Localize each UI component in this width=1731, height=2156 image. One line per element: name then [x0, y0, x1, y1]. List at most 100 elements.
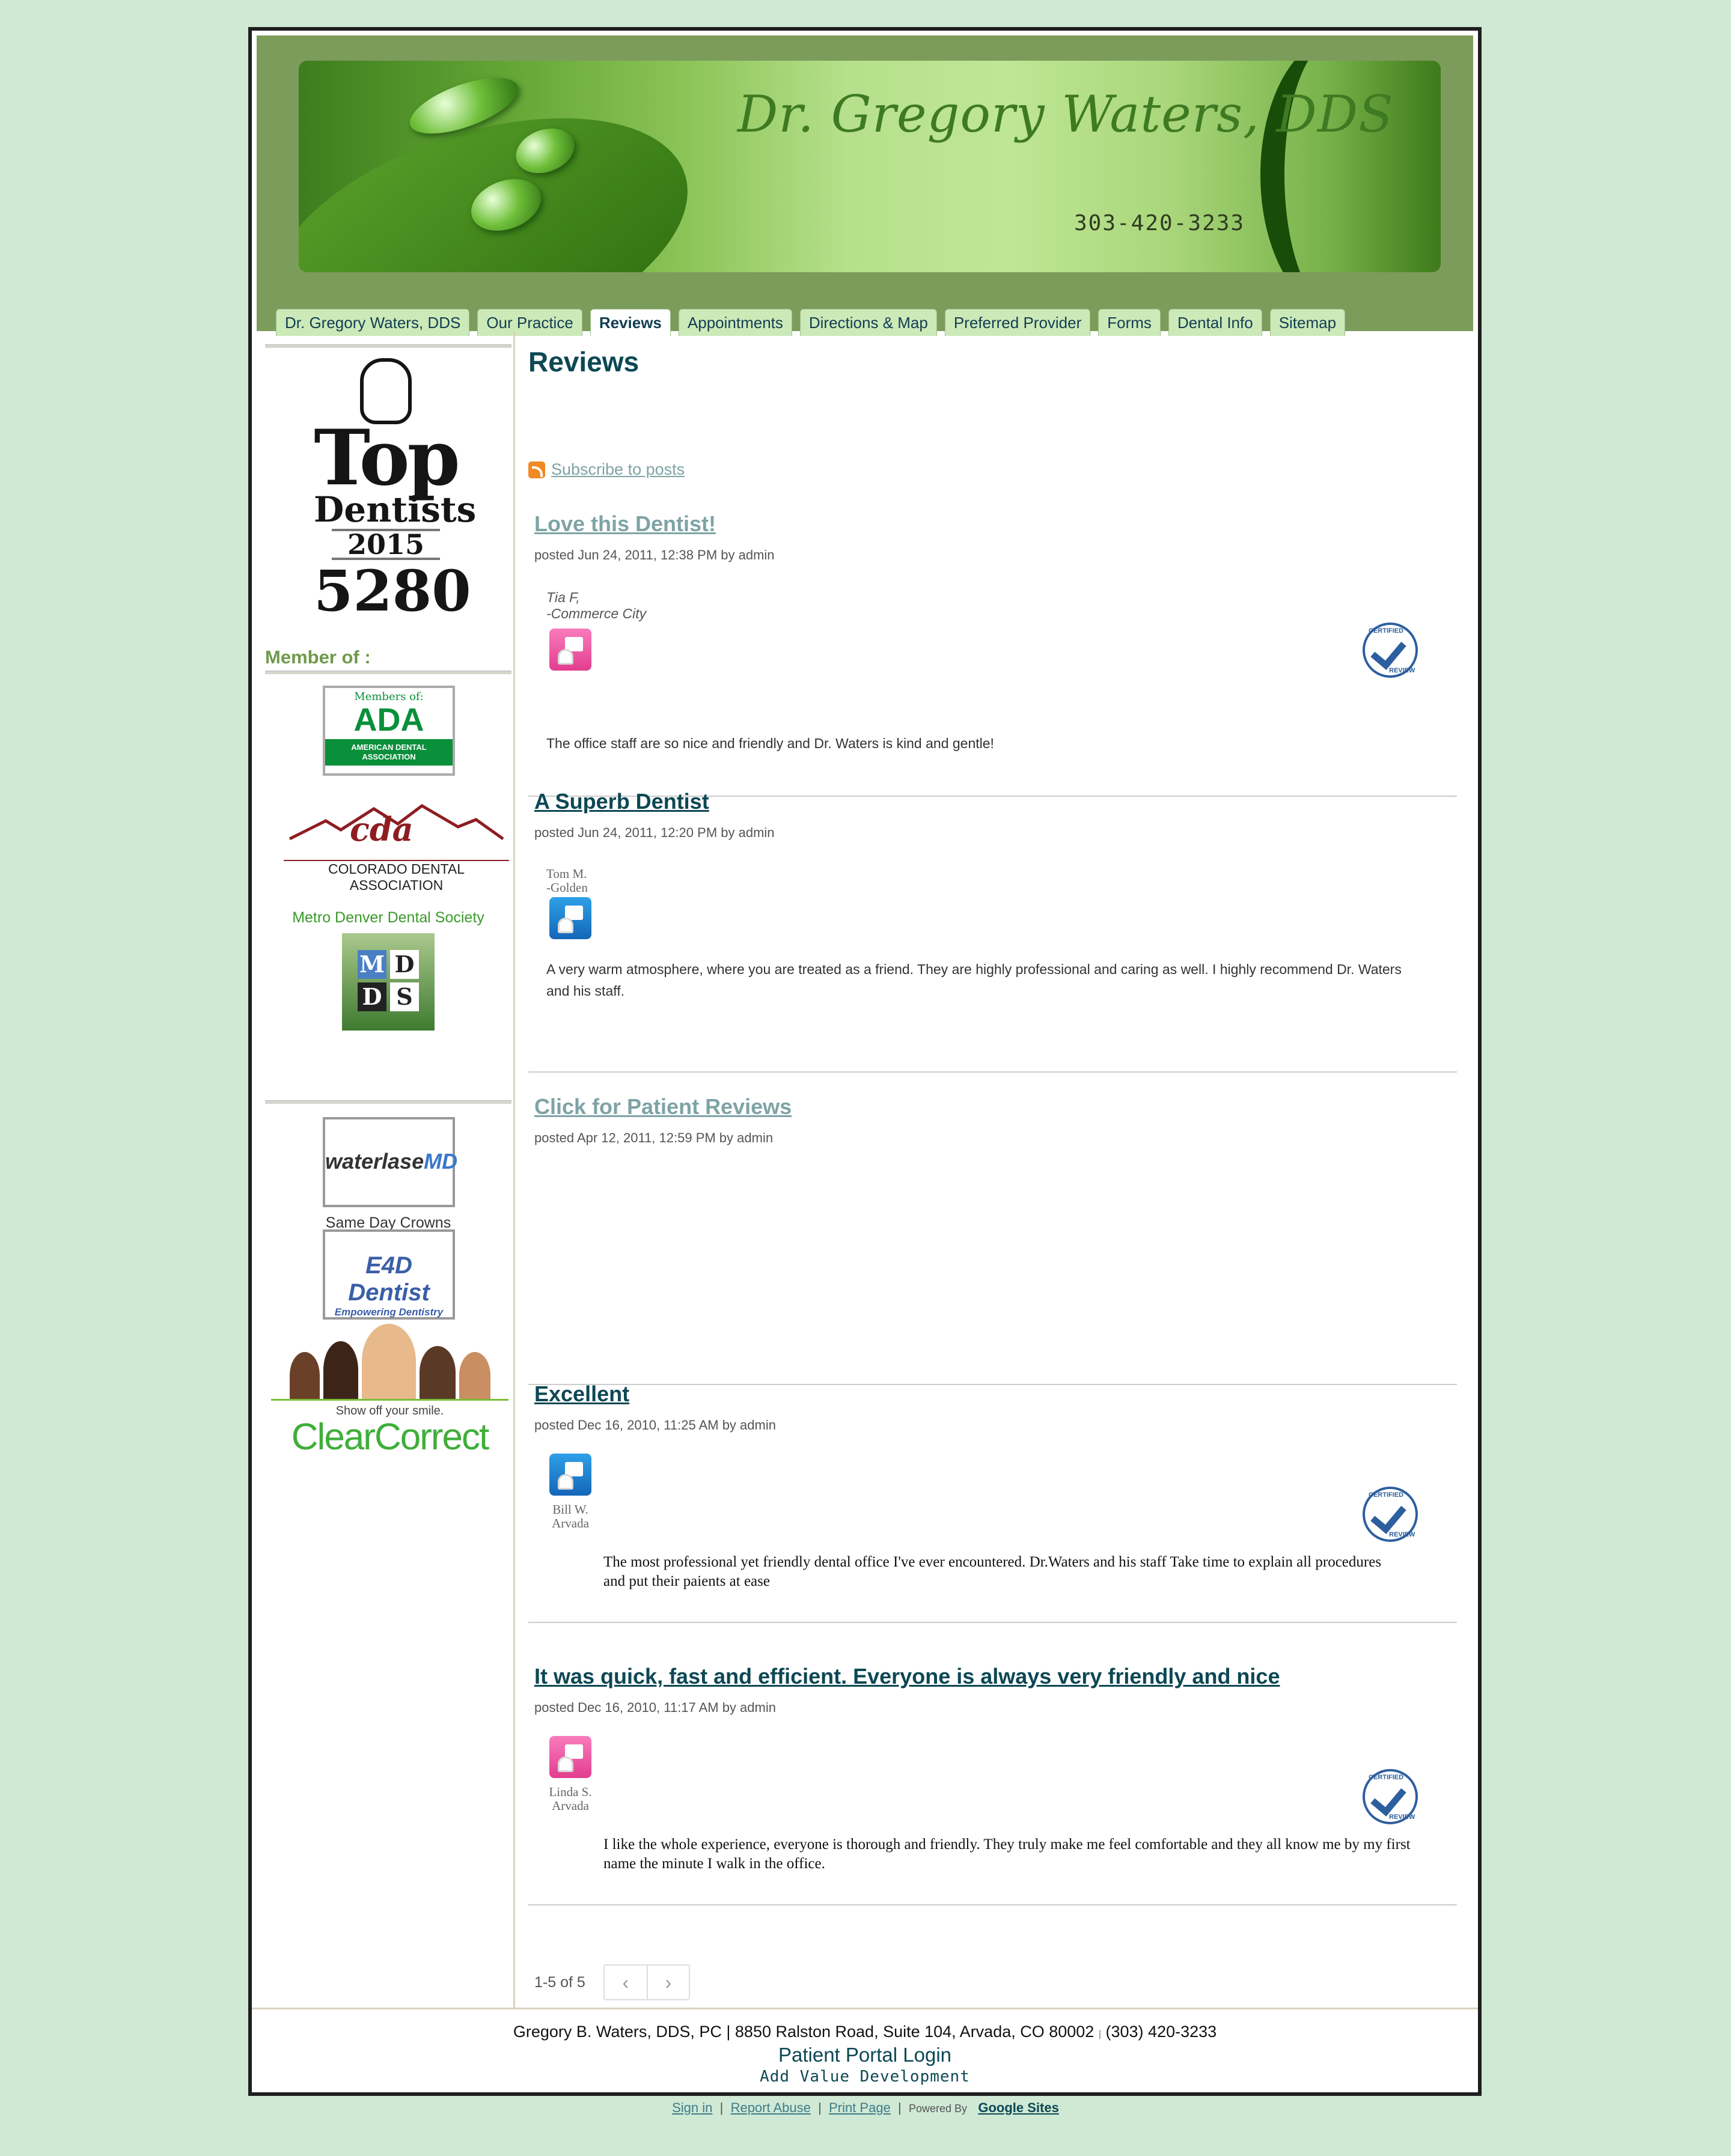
pagination-count: 1-5 of 5 — [534, 1973, 585, 1991]
ada-logo[interactable]: Members of: ADA AMERICAN DENTAL ASSOCIAT… — [323, 686, 455, 776]
clearcorrect-logo[interactable]: Show off your smile. ClearCorrect — [271, 1324, 508, 1470]
mdds-label: Metro Denver Dental Society — [292, 909, 484, 926]
cert-text: REVIEW — [1389, 1531, 1415, 1538]
review-body: The office staff are so nice and friendl… — [546, 735, 994, 751]
cert-text: REVIEW — [1389, 1813, 1415, 1821]
post-meta: posted Jun 24, 2011, 12:38 PM by admin — [534, 547, 775, 562]
mdds-letter: D — [390, 950, 419, 979]
tab-reviews[interactable]: Reviews — [590, 309, 671, 336]
cda-name: COLORADO DENTAL ASSOCIATION — [284, 860, 509, 894]
review-body: The most professional yet friendly denta… — [603, 1554, 1382, 1589]
smiling-faces-image — [271, 1324, 508, 1401]
reviewer-name: Linda S. — [549, 1785, 592, 1799]
sidebar: Top Dentists 2015 5280 Member of : Membe… — [257, 331, 515, 2008]
sidebar-divider — [265, 344, 511, 348]
top-dentists-badge[interactable]: Top Dentists 2015 5280 — [314, 358, 477, 621]
ada-name: AMERICAN DENTAL ASSOCIATION — [325, 739, 453, 766]
waterlase-word: waterlase — [325, 1149, 424, 1174]
page-title: Reviews — [528, 346, 640, 377]
certified-review-icon: CERTIFIED REVIEW — [1363, 1769, 1418, 1824]
waterlase-logo[interactable]: waterlaseMD — [323, 1117, 458, 1207]
cert-text: CERTIFIED — [1369, 627, 1404, 635]
tab-appointments[interactable]: Appointments — [678, 309, 792, 336]
reviewer-place: -Golden — [546, 880, 588, 895]
reviewer-place: Arvada — [552, 1516, 589, 1530]
reviewer-avatar-icon — [549, 1454, 591, 1496]
previous-page-button[interactable]: ‹ — [605, 1966, 647, 1999]
cda-logo[interactable]: cda COLORADO DENTAL ASSOCIATION — [284, 797, 509, 893]
sign-in-link[interactable]: Sign in — [672, 2100, 712, 2115]
top-dentists-line4: 5280 — [314, 558, 471, 624]
post-separator — [528, 1622, 1457, 1623]
google-sites-bar: Sign in | Report Abuse | Print Page | Po… — [672, 2100, 1059, 2115]
tab-directions-map[interactable]: Directions & Map — [799, 309, 937, 336]
waterlase-suffix: MD — [424, 1149, 458, 1174]
certified-review-icon: CERTIFIED REVIEW — [1363, 623, 1418, 678]
reviewer-name: Bill W. — [552, 1502, 588, 1517]
powered-by-label: Powered By — [908, 2103, 968, 2115]
subscribe-link[interactable]: Subscribe to posts — [528, 460, 685, 479]
post-meta: posted Jun 24, 2011, 12:20 PM by admin — [534, 825, 775, 840]
mdds-letter: S — [390, 982, 419, 1011]
top-dentists-line1: Top — [314, 413, 460, 502]
banner-phone: 303-420-3233 — [1074, 211, 1245, 236]
cert-text: CERTIFIED — [1369, 1774, 1404, 1781]
post-title-link[interactable]: Click for Patient Reviews — [534, 1094, 792, 1119]
google-sites-link[interactable]: Google Sites — [978, 2100, 1058, 2115]
post-meta: posted Dec 16, 2010, 11:25 AM by admin — [534, 1418, 776, 1433]
tab-forms[interactable]: Forms — [1098, 309, 1161, 336]
reviewer-info: Bill W. Arvada — [546, 1503, 594, 1530]
post-title-link[interactable]: A Superb Dentist — [534, 789, 709, 814]
post-meta: posted Apr 12, 2011, 12:59 PM by admin — [534, 1130, 774, 1145]
reviewer-avatar-icon — [549, 1736, 591, 1778]
e4d-logo[interactable]: E4D Dentist Empowering Dentistry — [323, 1229, 455, 1320]
sidebar-divider — [265, 671, 511, 674]
member-of-heading: Member of : — [265, 647, 371, 668]
reviewer-info: Tom M. -Golden — [546, 867, 588, 895]
tab-preferred-provider[interactable]: Preferred Provider — [944, 309, 1091, 336]
post-separator — [528, 1071, 1457, 1073]
cda-wordmark: cda — [350, 810, 414, 848]
reviewer-name: Tia F, — [546, 589, 580, 605]
page-frame: Dr. Gregory Waters, DDS 303-420-3233 Dr.… — [248, 27, 1482, 2096]
e4d-wordmark: E4D Dentist — [348, 1252, 430, 1306]
reviewer-place: Arvada — [552, 1798, 589, 1813]
post-title-link[interactable]: It was quick, fast and efficient. Everyo… — [534, 1664, 1280, 1689]
reviewer-avatar-icon — [549, 897, 591, 939]
post-separator — [528, 1904, 1457, 1905]
tab-dental-info[interactable]: Dental Info — [1168, 309, 1262, 336]
top-dentists-line2: Dentists — [314, 489, 477, 530]
site-header: Dr. Gregory Waters, DDS 303-420-3233 Dr.… — [257, 35, 1473, 336]
e4d-tagline: Empowering Dentistry — [334, 1306, 444, 1318]
tab-sitemap[interactable]: Sitemap — [1269, 309, 1346, 336]
cert-text: CERTIFIED — [1369, 1491, 1404, 1499]
ada-wordmark: ADA — [353, 702, 424, 738]
print-page-link[interactable]: Print Page — [829, 2100, 891, 2115]
header-banner: Dr. Gregory Waters, DDS 303-420-3233 — [299, 61, 1441, 272]
review-body: I like the whole experience, everyone is… — [603, 1836, 1411, 1872]
banner-title: Dr. Gregory Waters, DDS — [737, 85, 1394, 144]
site-footer: Gregory B. Waters, DDS, PC | 8850 Ralsto… — [252, 2008, 1478, 2092]
patient-portal-link[interactable]: Patient Portal Login — [252, 2044, 1478, 2066]
mdds-letter: M — [358, 950, 386, 979]
reviewer-name: Tom M. — [546, 866, 587, 881]
subscribe-label: Subscribe to posts — [551, 460, 685, 478]
certified-review-icon: CERTIFIED REVIEW — [1363, 1487, 1418, 1542]
developer-credit-link[interactable]: Add Value Development — [252, 2068, 1478, 2086]
post-title-link[interactable]: Love this Dentist! — [534, 511, 716, 537]
pagination: 1-5 of 5 ‹ › — [534, 1964, 690, 2000]
rss-icon — [528, 461, 545, 478]
mdds-letter: D — [358, 982, 386, 1011]
review-body: A very warm atmosphere, where you are tr… — [546, 961, 1402, 999]
post-title-link[interactable]: Excellent — [534, 1381, 629, 1407]
post-separator — [528, 1384, 1457, 1385]
reviewer-place: -Commerce City — [546, 606, 647, 621]
footer-address-line: Gregory B. Waters, DDS, PC | 8850 Ralsto… — [513, 2023, 1217, 2041]
reviewer-avatar-icon — [549, 629, 591, 671]
post-meta: posted Dec 16, 2010, 11:17 AM by admin — [534, 1700, 776, 1715]
cert-text: REVIEW — [1389, 667, 1415, 674]
next-page-button[interactable]: › — [646, 1966, 689, 1999]
report-abuse-link[interactable]: Report Abuse — [731, 2100, 811, 2115]
footer-phone: (303) 420-3233 — [1105, 2023, 1217, 2041]
mdds-logo[interactable]: M D D S — [342, 933, 435, 1031]
